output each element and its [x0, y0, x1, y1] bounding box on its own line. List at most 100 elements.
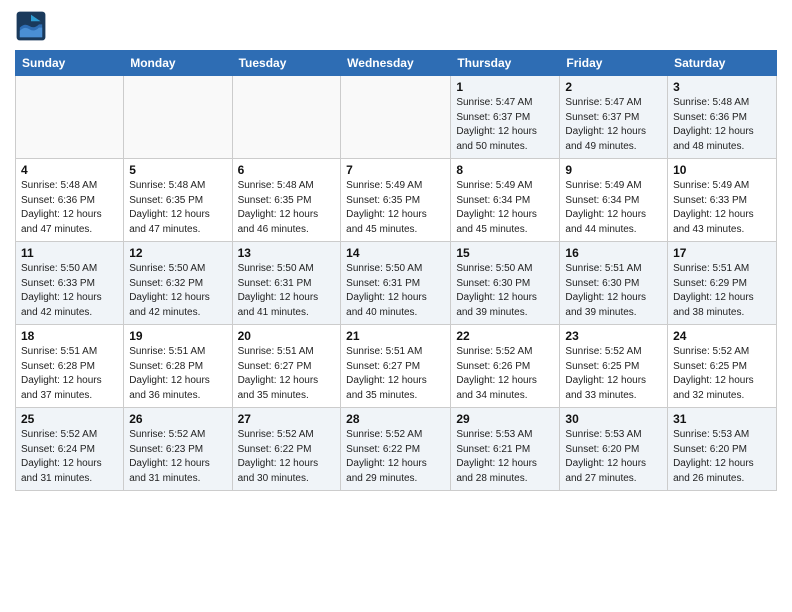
day-number: 1	[456, 80, 554, 94]
calendar-header: SundayMondayTuesdayWednesdayThursdayFrid…	[16, 51, 777, 76]
day-info: Sunrise: 5:52 AM Sunset: 6:22 PM Dayligh…	[238, 428, 336, 486]
logo-icon	[15, 10, 47, 42]
calendar-cell: 12Sunrise: 5:50 AM Sunset: 6:32 PM Dayli…	[124, 242, 232, 325]
calendar-cell: 19 Sunrise: 5:51 AM Sunset: 6:28 PM Dayli…	[124, 325, 232, 408]
calendar-cell: 6Sunrise: 5:48 AM Sunset: 6:35 PM Daylig…	[232, 159, 341, 242]
day-info: Sunrise: 5:49 AM Sunset: 6:34 PM Dayligh…	[565, 179, 662, 237]
logo	[15, 10, 51, 42]
day-info: Sunrise: 5:47 AM Sunset: 6:37 PM Dayligh…	[565, 96, 662, 154]
calendar-week-5: 25Sunrise: 5:52 AM Sunset: 6:24 PM Dayli…	[16, 408, 777, 491]
day-info: Sunrise: 5:51 AM Sunset: 6:27 PM Dayligh…	[238, 345, 336, 403]
day-info: Sunrise: 5:47 AM Sunset: 6:37 PM Dayligh…	[456, 96, 554, 154]
page: SundayMondayTuesdayWednesdayThursdayFrid…	[0, 0, 792, 612]
day-header-sunday: Sunday	[16, 51, 124, 76]
day-number: 10	[673, 163, 771, 177]
calendar-cell	[341, 76, 451, 159]
calendar-week-2: 4 Sunrise: 5:48 AM Sunset: 6:36 PM Daylig…	[16, 159, 777, 242]
day-info: Sunrise: 5:51 AM Sunset: 6:29 PM Dayligh…	[673, 262, 771, 320]
header-row: SundayMondayTuesdayWednesdayThursdayFrid…	[16, 51, 777, 76]
day-number: 26	[129, 412, 226, 426]
day-info: Sunrise: 5:49 AM Sunset: 6:34 PM Dayligh…	[456, 179, 554, 237]
calendar-cell: 17Sunrise: 5:51 AM Sunset: 6:29 PM Dayli…	[668, 242, 777, 325]
day-number: 4	[21, 163, 118, 177]
calendar-cell: 26 Sunrise: 5:52 AM Sunset: 6:23 PM Dayli…	[124, 408, 232, 491]
day-header-saturday: Saturday	[668, 51, 777, 76]
calendar-cell: 30Sunrise: 5:53 AM Sunset: 6:20 PM Dayli…	[560, 408, 668, 491]
day-info: Sunrise: 5:51 AM Sunset: 6:27 PM Dayligh…	[346, 345, 445, 403]
day-info: Sunrise: 5:48 AM Sunset: 6:35 PM Dayligh…	[129, 179, 226, 237]
calendar-cell: 3 Sunrise: 5:48 AM Sunset: 6:36 PM Daylig…	[668, 76, 777, 159]
calendar-cell: 15 Sunrise: 5:50 AM Sunset: 6:30 PM Dayli…	[451, 242, 560, 325]
day-number: 3	[673, 80, 771, 94]
calendar-cell: 25Sunrise: 5:52 AM Sunset: 6:24 PM Dayli…	[16, 408, 124, 491]
day-info: Sunrise: 5:51 AM Sunset: 6:28 PM Dayligh…	[21, 345, 118, 403]
calendar-cell: 24 Sunrise: 5:52 AM Sunset: 6:25 PM Dayli…	[668, 325, 777, 408]
day-header-tuesday: Tuesday	[232, 51, 341, 76]
calendar-cell: 14 Sunrise: 5:50 AM Sunset: 6:31 PM Dayli…	[341, 242, 451, 325]
day-info: Sunrise: 5:51 AM Sunset: 6:28 PM Dayligh…	[129, 345, 226, 403]
calendar-cell: 4 Sunrise: 5:48 AM Sunset: 6:36 PM Daylig…	[16, 159, 124, 242]
day-number: 27	[238, 412, 336, 426]
day-number: 20	[238, 329, 336, 343]
calendar-cell: 9 Sunrise: 5:49 AM Sunset: 6:34 PM Daylig…	[560, 159, 668, 242]
calendar-cell	[124, 76, 232, 159]
day-number: 9	[565, 163, 662, 177]
day-header-friday: Friday	[560, 51, 668, 76]
calendar-cell	[232, 76, 341, 159]
calendar-week-1: 1 Sunrise: 5:47 AM Sunset: 6:37 PM Daylig…	[16, 76, 777, 159]
calendar-cell: 2 Sunrise: 5:47 AM Sunset: 6:37 PM Daylig…	[560, 76, 668, 159]
day-number: 18	[21, 329, 118, 343]
day-number: 11	[21, 246, 118, 260]
day-info: Sunrise: 5:50 AM Sunset: 6:33 PM Dayligh…	[21, 262, 118, 320]
day-info: Sunrise: 5:50 AM Sunset: 6:32 PM Dayligh…	[129, 262, 226, 320]
calendar-body: 1 Sunrise: 5:47 AM Sunset: 6:37 PM Daylig…	[16, 76, 777, 491]
day-number: 30	[565, 412, 662, 426]
day-number: 24	[673, 329, 771, 343]
day-info: Sunrise: 5:50 AM Sunset: 6:31 PM Dayligh…	[346, 262, 445, 320]
day-number: 5	[129, 163, 226, 177]
day-info: Sunrise: 5:52 AM Sunset: 6:25 PM Dayligh…	[673, 345, 771, 403]
calendar-cell: 11 Sunrise: 5:50 AM Sunset: 6:33 PM Dayli…	[16, 242, 124, 325]
day-info: Sunrise: 5:48 AM Sunset: 6:36 PM Dayligh…	[673, 96, 771, 154]
day-header-wednesday: Wednesday	[341, 51, 451, 76]
calendar-table: SundayMondayTuesdayWednesdayThursdayFrid…	[15, 50, 777, 491]
day-number: 15	[456, 246, 554, 260]
day-header-monday: Monday	[124, 51, 232, 76]
calendar-cell: 29 Sunrise: 5:53 AM Sunset: 6:21 PM Dayli…	[451, 408, 560, 491]
calendar-week-3: 11 Sunrise: 5:50 AM Sunset: 6:33 PM Dayli…	[16, 242, 777, 325]
day-number: 31	[673, 412, 771, 426]
day-info: Sunrise: 5:52 AM Sunset: 6:22 PM Dayligh…	[346, 428, 445, 486]
day-number: 8	[456, 163, 554, 177]
calendar-cell: 22Sunrise: 5:52 AM Sunset: 6:26 PM Dayli…	[451, 325, 560, 408]
day-number: 29	[456, 412, 554, 426]
calendar-cell: 1 Sunrise: 5:47 AM Sunset: 6:37 PM Daylig…	[451, 76, 560, 159]
day-number: 13	[238, 246, 336, 260]
calendar-cell: 23Sunrise: 5:52 AM Sunset: 6:25 PM Dayli…	[560, 325, 668, 408]
calendar-cell: 5 Sunrise: 5:48 AM Sunset: 6:35 PM Daylig…	[124, 159, 232, 242]
day-info: Sunrise: 5:48 AM Sunset: 6:36 PM Dayligh…	[21, 179, 118, 237]
calendar-week-4: 18 Sunrise: 5:51 AM Sunset: 6:28 PM Dayli…	[16, 325, 777, 408]
day-info: Sunrise: 5:53 AM Sunset: 6:21 PM Dayligh…	[456, 428, 554, 486]
calendar-cell: 27 Sunrise: 5:52 AM Sunset: 6:22 PM Dayli…	[232, 408, 341, 491]
calendar-cell: 13 Sunrise: 5:50 AM Sunset: 6:31 PM Dayli…	[232, 242, 341, 325]
day-info: Sunrise: 5:50 AM Sunset: 6:31 PM Dayligh…	[238, 262, 336, 320]
day-number: 21	[346, 329, 445, 343]
calendar-cell: 31 Sunrise: 5:53 AM Sunset: 6:20 PM Dayli…	[668, 408, 777, 491]
day-info: Sunrise: 5:50 AM Sunset: 6:30 PM Dayligh…	[456, 262, 554, 320]
day-info: Sunrise: 5:49 AM Sunset: 6:33 PM Dayligh…	[673, 179, 771, 237]
day-number: 25	[21, 412, 118, 426]
calendar-cell: 16Sunrise: 5:51 AM Sunset: 6:30 PM Dayli…	[560, 242, 668, 325]
day-info: Sunrise: 5:48 AM Sunset: 6:35 PM Dayligh…	[238, 179, 336, 237]
day-info: Sunrise: 5:49 AM Sunset: 6:35 PM Dayligh…	[346, 179, 445, 237]
day-number: 14	[346, 246, 445, 260]
day-number: 2	[565, 80, 662, 94]
day-info: Sunrise: 5:53 AM Sunset: 6:20 PM Dayligh…	[673, 428, 771, 486]
calendar-cell: 28 Sunrise: 5:52 AM Sunset: 6:22 PM Dayli…	[341, 408, 451, 491]
day-number: 16	[565, 246, 662, 260]
calendar-cell: 8 Sunrise: 5:49 AM Sunset: 6:34 PM Daylig…	[451, 159, 560, 242]
calendar-cell: 18 Sunrise: 5:51 AM Sunset: 6:28 PM Dayli…	[16, 325, 124, 408]
day-info: Sunrise: 5:52 AM Sunset: 6:23 PM Dayligh…	[129, 428, 226, 486]
day-number: 19	[129, 329, 226, 343]
day-number: 22	[456, 329, 554, 343]
day-number: 28	[346, 412, 445, 426]
